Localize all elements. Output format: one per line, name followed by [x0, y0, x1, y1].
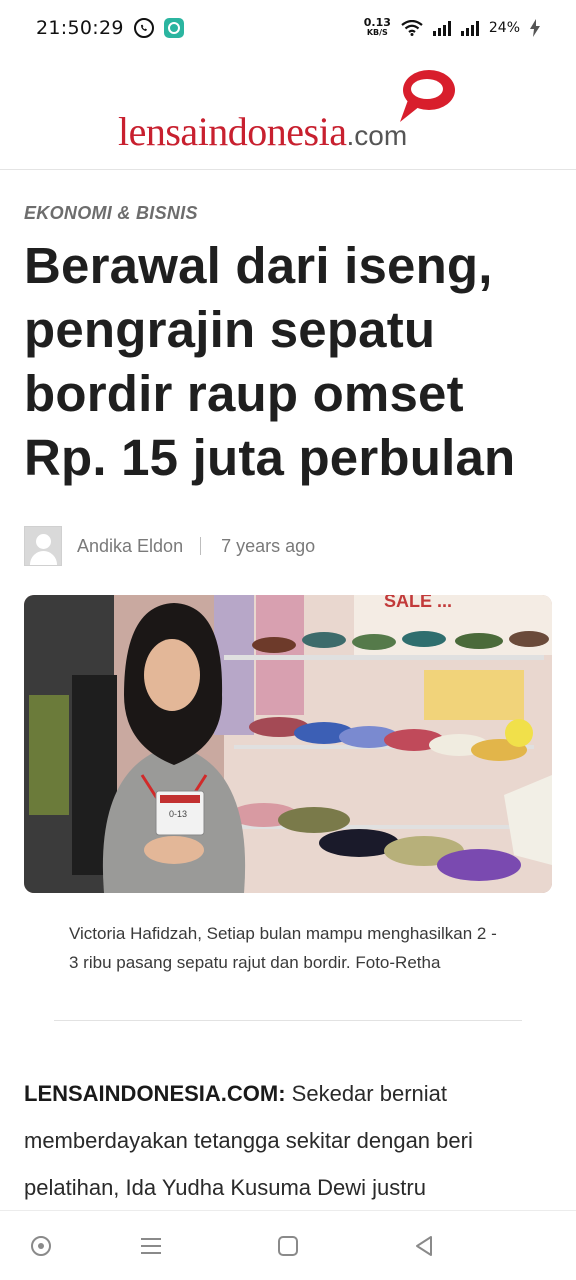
status-time: 21:50:29: [36, 17, 124, 39]
whatsapp-icon: [133, 18, 154, 38]
publish-date: 7 years ago: [221, 535, 316, 556]
app-notification-icon: [163, 18, 184, 38]
network-speed: 0.13 KB/S: [363, 16, 391, 38]
author-name[interactable]: Andika Eldon: [77, 536, 183, 557]
article-headline: Berawal dari iseng, pengrajin sepatu bor…: [24, 237, 516, 486]
article-byline: Andika Eldon 7 years ago: [24, 526, 315, 566]
network-speed-unit: KB/S: [366, 28, 388, 37]
site-logo[interactable]: lensaindonesia.com: [118, 108, 407, 155]
signal-icon-2: [460, 20, 479, 36]
system-nav-bar: [0, 1210, 576, 1280]
logo-mark-icon: [400, 70, 455, 122]
article-body-lead: LENSAINDONESIA.COM:: [24, 1081, 286, 1106]
signal-icon: [432, 20, 451, 36]
charging-icon: [530, 19, 540, 37]
assistant-icon[interactable]: [28, 1233, 54, 1259]
badge-text: 0-13: [169, 809, 187, 819]
status-bar: 21:50:29 0.13 KB/S 24%: [0, 0, 576, 56]
battery-level: 24%: [488, 20, 520, 36]
byline-divider: [200, 537, 202, 555]
home-icon[interactable]: [275, 1233, 301, 1259]
article-category[interactable]: EKONOMI & BISNIS: [24, 203, 198, 224]
back-icon[interactable]: [411, 1233, 437, 1259]
site-header: lensaindonesia.com: [0, 56, 576, 170]
sale-sign-text: SALE ...: [384, 595, 452, 611]
author-avatar[interactable]: [24, 526, 62, 566]
wifi-icon: [401, 20, 423, 36]
caption-divider: [54, 1020, 522, 1021]
article-photo[interactable]: SALE ... 0-13: [24, 595, 552, 893]
menu-icon[interactable]: [138, 1233, 164, 1259]
article-photo-illustration: SALE ... 0-13: [24, 595, 552, 893]
article-body: LENSAINDONESIA.COM: Sekedar berniat memb…: [24, 1070, 554, 1211]
logo-text: lensaindonesia: [118, 109, 347, 154]
photo-caption: Victoria Hafidzah, Setiap bulan mampu me…: [69, 924, 497, 972]
network-speed-value: 0.13: [363, 16, 391, 29]
